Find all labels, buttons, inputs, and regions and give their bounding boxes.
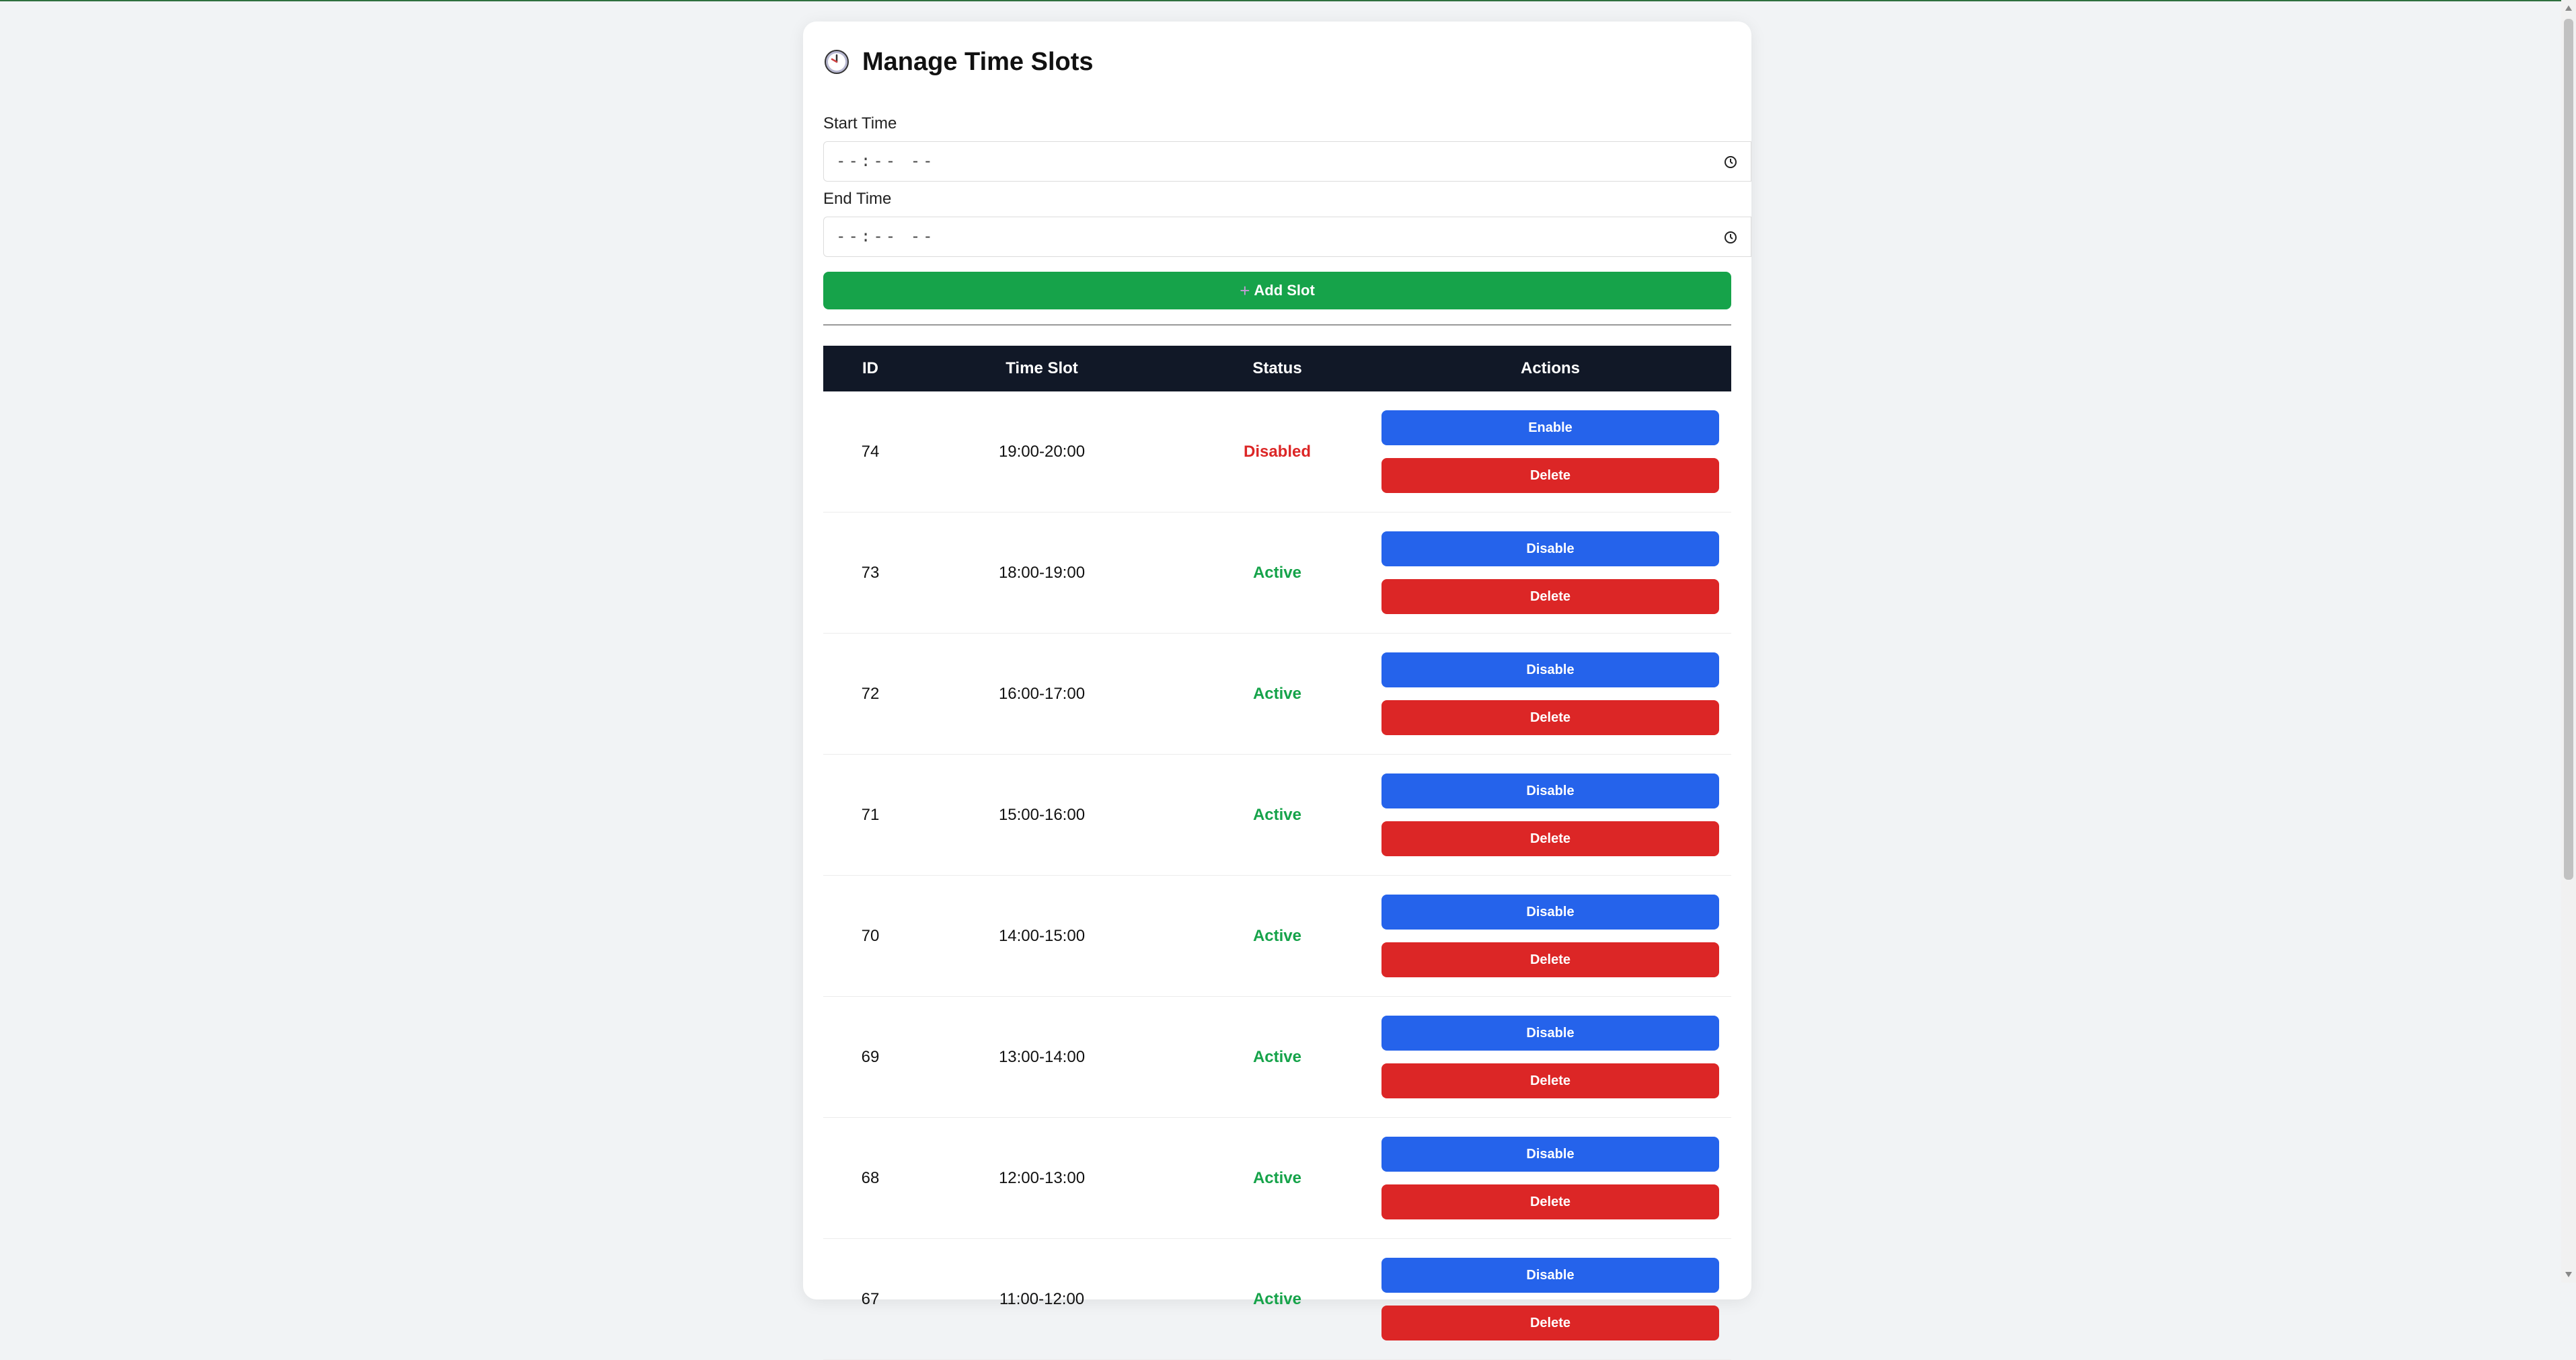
slot-id: 68 [861,1169,880,1187]
enable-button[interactable]: Enable [1381,410,1719,445]
table-row: 71 15:00-16:00 Active Disable Delete [823,755,1731,876]
slot-time: 14:00-15:00 [998,927,1086,945]
slot-id: 74 [861,443,880,461]
table-header: ID Time Slot Status Actions [823,346,1731,391]
delete-button[interactable]: Delete [1381,458,1719,493]
start-time-input[interactable]: --:-- -- [823,141,1751,182]
add-slot-label: Add Slot [1254,282,1315,299]
scrollbar[interactable] [2561,0,2576,1283]
disable-button[interactable]: Disable [1381,531,1719,566]
column-time-slot: Time Slot [1006,359,1078,377]
disable-button[interactable]: Disable [1381,652,1719,687]
delete-button[interactable]: Delete [1381,1063,1719,1098]
slot-time: 13:00-14:00 [998,1048,1086,1066]
slot-time: 18:00-19:00 [998,564,1086,582]
slot-id: 70 [861,927,880,945]
slot-id: 72 [861,685,880,703]
status-badge: Active [1252,1169,1302,1187]
column-actions: Actions [1520,359,1580,377]
disable-button[interactable]: Disable [1381,1258,1719,1293]
status-badge: Active [1252,564,1302,582]
clock-icon [825,50,849,74]
delete-button[interactable]: Delete [1381,579,1719,614]
table-body: 74 19:00-20:00 Disabled Enable Delete 73 18:00… [823,391,1731,1360]
status-badge: Active [1252,1048,1302,1066]
start-time-label: Start Time [823,114,897,133]
divider [823,324,1731,326]
column-status: Status [1252,359,1302,377]
start-time-placeholder: --:-- -- [836,151,936,170]
disable-button[interactable]: Disable [1381,895,1719,930]
end-time-input[interactable]: --:-- -- [823,217,1751,257]
table-row: 72 16:00-17:00 Active Disable Delete [823,634,1731,755]
scroll-thumb[interactable] [2564,19,2573,880]
slot-id: 67 [861,1290,880,1308]
delete-button[interactable]: Delete [1381,942,1719,977]
table-row: 73 18:00-19:00 Active Disable Delete [823,513,1731,634]
disable-button[interactable]: Disable [1381,773,1719,808]
status-badge: Disabled [1243,443,1312,461]
title-row: Manage Time Slots [823,43,1094,81]
clock-small-icon[interactable] [1722,154,1739,170]
page-title: Manage Time Slots [862,47,1094,76]
delete-button[interactable]: Delete [1381,1306,1719,1340]
slot-time: 12:00-13:00 [998,1169,1086,1187]
end-time-placeholder: --:-- -- [836,227,936,245]
delete-button[interactable]: Delete [1381,821,1719,856]
clock-small-icon[interactable] [1722,229,1739,245]
top-border [0,0,2576,1]
status-badge: Active [1252,1290,1302,1308]
delete-button[interactable]: Delete [1381,700,1719,735]
scroll-up-icon[interactable] [2565,5,2572,11]
status-badge: Active [1252,806,1302,824]
table-row: 69 13:00-14:00 Active Disable Delete [823,997,1731,1118]
status-badge: Active [1252,685,1302,703]
slot-id: 73 [861,564,880,582]
slot-time: 11:00-12:00 [999,1290,1085,1308]
slot-id: 69 [861,1048,880,1066]
column-id: ID [862,359,878,377]
slot-time: 15:00-16:00 [998,806,1086,824]
delete-button[interactable]: Delete [1381,1184,1719,1219]
table-row: 67 11:00-12:00 Active Disable Delete [823,1239,1731,1360]
end-time-label: End Time [823,190,892,208]
disable-button[interactable]: Disable [1381,1137,1719,1172]
table-row: 74 19:00-20:00 Disabled Enable Delete [823,391,1731,513]
time-slots-card: Manage Time Slots Start Time --:-- -- En… [803,22,1751,1360]
slot-id: 71 [861,806,880,824]
disable-button[interactable]: Disable [1381,1016,1719,1051]
slot-time: 19:00-20:00 [998,443,1086,461]
plus-icon: + [1240,280,1250,301]
table-row: 70 14:00-15:00 Active Disable Delete [823,876,1731,997]
scroll-down-icon[interactable] [2565,1272,2572,1277]
slot-time: 16:00-17:00 [998,685,1086,703]
add-slot-button[interactable]: + Add Slot [823,272,1731,309]
table-row: 68 12:00-13:00 Active Disable Delete [823,1118,1731,1239]
status-badge: Active [1252,927,1302,945]
